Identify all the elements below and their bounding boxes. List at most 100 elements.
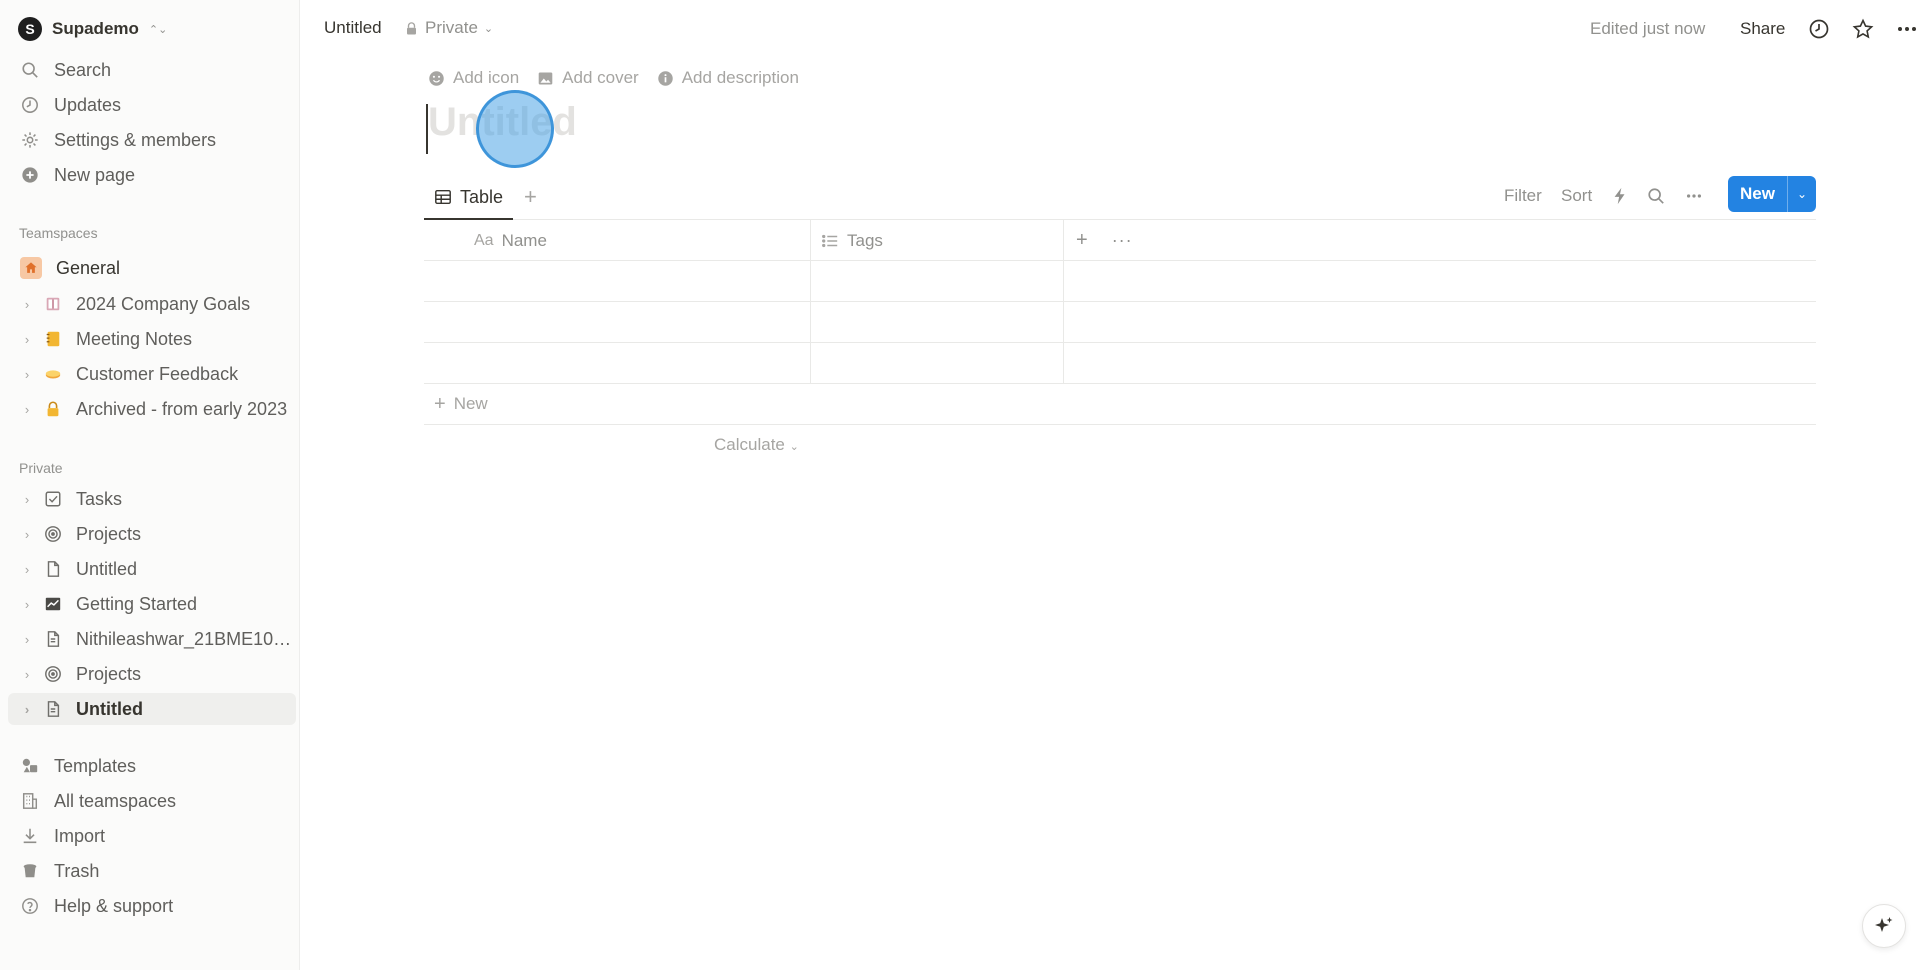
sidebar-page-label: Untitled bbox=[76, 558, 138, 579]
sidebar-import-label: Import bbox=[54, 825, 106, 846]
plus-circle-icon bbox=[20, 165, 40, 185]
sidebar-page-label: Nithileashwar_21BME103... bbox=[76, 628, 296, 649]
trash-icon bbox=[20, 861, 40, 881]
sidebar-page-label: Archived - from early 2023 bbox=[76, 398, 288, 419]
sidebar-help-label: Help & support bbox=[54, 895, 174, 916]
table-row[interactable] bbox=[424, 302, 1816, 343]
lock-icon bbox=[407, 21, 416, 34]
workspace-avatar: S bbox=[18, 17, 42, 41]
history-icon[interactable] bbox=[1806, 16, 1832, 42]
add-view-button[interactable]: + bbox=[524, 184, 537, 210]
chevron-down-icon: ⌄ bbox=[483, 22, 494, 35]
chevron-right-icon[interactable]: › bbox=[18, 562, 36, 577]
sidebar-item-untitled-active[interactable]: › Untitled bbox=[8, 693, 296, 725]
calculate-dropdown[interactable]: Calculate ⌄ bbox=[714, 435, 799, 455]
sidebar: S Supademo ⌃⌄ Search Updates Settings & … bbox=[0, 0, 300, 970]
target-icon bbox=[42, 523, 64, 545]
more-icon[interactable] bbox=[1682, 184, 1706, 208]
table-row[interactable] bbox=[424, 261, 1816, 302]
chevron-right-icon[interactable]: › bbox=[18, 367, 36, 382]
star-icon[interactable] bbox=[1850, 16, 1876, 42]
tab-table[interactable]: Table bbox=[424, 176, 514, 220]
sidebar-page-label: Untitled bbox=[76, 698, 143, 719]
sidebar-trash-label: Trash bbox=[54, 860, 100, 881]
sidebar-item-general[interactable]: General bbox=[8, 252, 296, 284]
filter-button[interactable]: Filter bbox=[1504, 186, 1542, 206]
more-icon[interactable]: ··· bbox=[1112, 230, 1133, 251]
sidebar-item-customer-feedback[interactable]: › Customer Feedback bbox=[8, 358, 296, 390]
column-tags[interactable]: Tags bbox=[811, 220, 1064, 261]
sidebar-templates[interactable]: Templates bbox=[8, 750, 296, 782]
add-description-button[interactable]: Add description bbox=[657, 68, 799, 88]
chevron-right-icon[interactable]: › bbox=[18, 702, 36, 717]
add-property-icon[interactable]: + bbox=[1076, 229, 1088, 252]
sidebar-item-projects[interactable]: › Projects bbox=[8, 518, 296, 550]
column-name[interactable]: Aa Name bbox=[424, 220, 811, 261]
more-icon[interactable] bbox=[1894, 16, 1920, 42]
add-cover-label: Add cover bbox=[562, 68, 639, 87]
image-icon bbox=[538, 72, 553, 84]
search-icon[interactable] bbox=[1644, 184, 1668, 208]
chevron-right-icon[interactable]: › bbox=[18, 297, 36, 312]
table-header: Aa Name Tags + ··· bbox=[424, 220, 1816, 261]
sidebar-page-label: Getting Started bbox=[76, 593, 198, 614]
sidebar-item-nithileashwar[interactable]: › Nithileashwar_21BME103... bbox=[8, 623, 296, 655]
target-icon bbox=[42, 663, 64, 685]
sidebar-new-page[interactable]: New page bbox=[8, 159, 296, 191]
sidebar-item-untitled[interactable]: › Untitled bbox=[8, 553, 296, 585]
page-controls: Add icon Add cover Add description bbox=[428, 68, 799, 88]
sidebar-item-archived[interactable]: › Archived - from early 2023 bbox=[8, 393, 296, 425]
sidebar-trash[interactable]: Trash bbox=[8, 855, 296, 887]
sidebar-page-label: Meeting Notes bbox=[76, 328, 193, 349]
new-row-button[interactable]: + New bbox=[424, 384, 1816, 425]
lightning-icon[interactable] bbox=[1608, 184, 1632, 208]
sidebar-search[interactable]: Search bbox=[8, 54, 296, 86]
chevron-right-icon[interactable]: › bbox=[18, 667, 36, 682]
gear-icon bbox=[20, 130, 40, 150]
table-row[interactable] bbox=[424, 343, 1816, 384]
chevron-right-icon[interactable]: › bbox=[18, 597, 36, 612]
sidebar-page-label: Tasks bbox=[76, 488, 123, 509]
sidebar-settings-label: Settings & members bbox=[54, 129, 217, 150]
new-record-button[interactable]: New ⌄ bbox=[1728, 176, 1816, 212]
name-cell[interactable] bbox=[424, 261, 811, 302]
workspace-switcher[interactable]: S Supademo ⌃⌄ bbox=[18, 14, 167, 44]
chevron-right-icon[interactable]: › bbox=[18, 332, 36, 347]
name-cell[interactable] bbox=[424, 302, 811, 343]
chevron-right-icon[interactable]: › bbox=[18, 402, 36, 417]
sidebar-item-tasks[interactable]: › Tasks bbox=[8, 483, 296, 515]
column-name-label: Name bbox=[501, 230, 547, 250]
home-icon bbox=[20, 257, 42, 279]
sidebar-templates-label: Templates bbox=[54, 755, 137, 776]
tags-cell[interactable] bbox=[811, 343, 1064, 384]
share-button[interactable]: Share bbox=[1740, 19, 1785, 39]
new-record-label[interactable]: New bbox=[1728, 176, 1788, 212]
breadcrumb-page[interactable]: Untitled bbox=[324, 18, 382, 38]
add-icon-button[interactable]: Add icon bbox=[428, 68, 519, 88]
column-tags-label: Tags bbox=[847, 230, 883, 250]
sidebar-updates[interactable]: Updates bbox=[8, 89, 296, 121]
ai-assistant-button[interactable] bbox=[1862, 904, 1906, 948]
add-cover-button[interactable]: Add cover bbox=[537, 68, 639, 88]
sidebar-item-company-goals[interactable]: › 2024 Company Goals bbox=[8, 288, 296, 320]
chevron-right-icon[interactable]: › bbox=[18, 492, 36, 507]
chevron-down-icon[interactable]: ⌄ bbox=[1788, 176, 1816, 212]
privacy-dropdown[interactable]: Private ⌄ bbox=[404, 18, 493, 38]
sidebar-import[interactable]: Import bbox=[8, 820, 296, 852]
sidebar-settings[interactable]: Settings & members bbox=[8, 124, 296, 156]
chevron-right-icon[interactable]: › bbox=[18, 632, 36, 647]
sidebar-search-label: Search bbox=[54, 59, 112, 80]
sort-button[interactable]: Sort bbox=[1561, 186, 1592, 206]
sidebar-item-meeting-notes[interactable]: › Meeting Notes bbox=[8, 323, 296, 355]
checkbox-icon bbox=[42, 488, 64, 510]
sidebar-item-general-label: General bbox=[56, 257, 121, 278]
sidebar-help[interactable]: Help & support bbox=[8, 890, 296, 922]
sidebar-all-teamspaces[interactable]: All teamspaces bbox=[8, 785, 296, 817]
sidebar-item-projects-2[interactable]: › Projects bbox=[8, 658, 296, 690]
chevron-right-icon[interactable]: › bbox=[18, 527, 36, 542]
tags-cell[interactable] bbox=[811, 261, 1064, 302]
sidebar-item-getting-started[interactable]: › Getting Started bbox=[8, 588, 296, 620]
chevron-updown-icon: ⌃⌄ bbox=[148, 23, 168, 36]
name-cell[interactable] bbox=[424, 343, 811, 384]
tags-cell[interactable] bbox=[811, 302, 1064, 343]
